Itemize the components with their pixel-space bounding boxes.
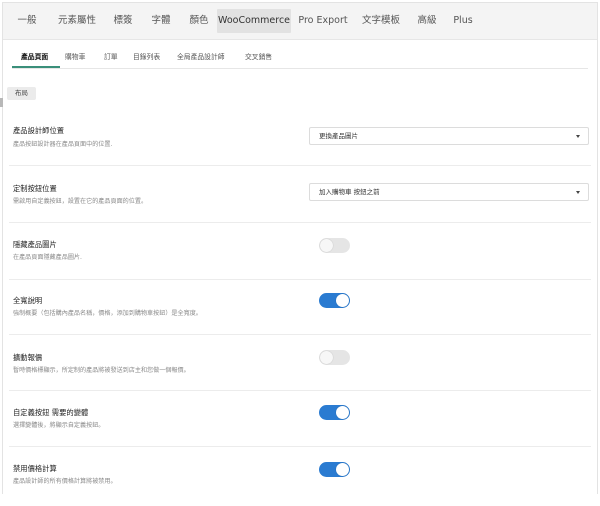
tab-colors[interactable]: 顏色	[183, 9, 215, 33]
subtab-global-product-designer[interactable]: 全局產品設計師	[177, 51, 225, 61]
subtab-orders[interactable]: 訂單	[104, 51, 118, 61]
tab-pro-export[interactable]: Pro Export	[295, 9, 351, 33]
setting-title: 隱藏產品圖片	[13, 240, 57, 249]
section-label-layout: 布局	[7, 87, 36, 100]
setting-row-full-width-summary: 全寬說明 強制概要（包括購內產品名稱，價格，添加到購物車按鈕）是全寬度。	[9, 279, 591, 335]
select-value: 加入購物車 按鈕之前	[319, 188, 380, 196]
toggle-knob	[336, 406, 349, 419]
toggle-knob	[320, 351, 333, 364]
subtab-catalog-listing[interactable]: 目錄列表	[133, 51, 160, 61]
select-value: 更換產品圖片	[319, 132, 358, 140]
toggle-knob	[336, 463, 349, 476]
setting-row-get-quote: 擴動報價 暫時價格標顯示，所定制的產品將被發送到店主和您做一個報價。	[9, 334, 591, 391]
toggle-knob	[320, 239, 333, 252]
setting-row-variation-required: 自定義按鈕 需要的變體 選擇變體後，將顯示自定義按鈕。	[9, 390, 591, 447]
subtab-cross-sells[interactable]: 交叉銷售	[245, 51, 272, 61]
disable-price-calc-toggle[interactable]	[319, 462, 350, 477]
subtab-product-page[interactable]: 產品頁面	[21, 51, 48, 61]
setting-description: 暫時價格標顯示，所定制的產品將被發送到店主和您做一個報價。	[13, 367, 190, 374]
side-handle	[0, 98, 3, 107]
variation-required-toggle[interactable]	[319, 405, 350, 420]
setting-description: 在產品頁面隱藏產品圖片.	[13, 254, 82, 261]
tab-advanced[interactable]: 高級	[411, 9, 443, 33]
main-tab-bar: 一般 元素屬性 標簽 字體 顏色 WooCommerce Pro Export …	[3, 3, 597, 40]
tab-woocommerce[interactable]: WooCommerce	[217, 9, 291, 33]
hide-product-image-toggle[interactable]	[319, 238, 350, 253]
subtab-cart[interactable]: 購物車	[65, 51, 85, 61]
setting-title: 定制按鈕位置	[13, 184, 57, 193]
chevron-down-icon	[576, 191, 580, 194]
full-width-summary-toggle[interactable]	[319, 293, 350, 308]
button-position-select[interactable]: 加入購物車 按鈕之前	[309, 183, 589, 201]
setting-title: 全寬說明	[13, 296, 43, 305]
setting-title: 禁用價格計算	[13, 464, 57, 473]
setting-title: 產品設計師位置	[13, 126, 65, 135]
setting-description: 強制概要（包括購內產品名稱，價格，添加到購物車按鈕）是全寬度。	[13, 310, 202, 317]
setting-description: 選擇變體後，將顯示自定義按鈕。	[13, 422, 105, 429]
tab-text-templates[interactable]: 文字模板	[357, 9, 405, 33]
tab-fonts[interactable]: 字體	[145, 9, 177, 33]
setting-row-button-position: 定制按鈕位置 需啟用自定義按鈕，設置在它的產品頁面的位置。 加入購物車 按鈕之前	[9, 165, 591, 223]
tab-general[interactable]: 一般	[11, 9, 43, 33]
setting-row-disable-price-calc: 禁用價格計算 產品設計師的所有價格計算將被禁用。	[9, 446, 591, 506]
active-tab-indicator	[12, 66, 60, 68]
tab-plus[interactable]: Plus	[449, 9, 477, 33]
designer-position-select[interactable]: 更換產品圖片	[309, 127, 589, 145]
tab-element-properties[interactable]: 元素屬性	[53, 9, 101, 33]
setting-row-designer-position: 產品設計師位置 產品按鈕設計器在產品頁面中的位置. 更換產品圖片	[9, 107, 591, 166]
sub-tab-bar: 產品頁面 購物車 訂單 目錄列表 全局產品設計師 交叉銷售	[12, 48, 588, 69]
setting-description: 需啟用自定義按鈕，設置在它的產品頁面的位置。	[13, 198, 148, 205]
get-quote-toggle[interactable]	[319, 350, 350, 365]
setting-row-hide-product-image: 隱藏產品圖片 在產品頁面隱藏產品圖片.	[9, 222, 591, 280]
setting-description: 產品設計師的所有價格計算將被禁用。	[13, 478, 117, 485]
tab-labels[interactable]: 標簽	[107, 9, 139, 33]
toggle-knob	[336, 294, 349, 307]
setting-title: 擴動報價	[13, 353, 43, 362]
chevron-down-icon	[576, 135, 580, 138]
setting-description: 產品按鈕設計器在產品頁面中的位置.	[13, 141, 113, 148]
setting-title: 自定義按鈕 需要的變體	[13, 408, 89, 417]
